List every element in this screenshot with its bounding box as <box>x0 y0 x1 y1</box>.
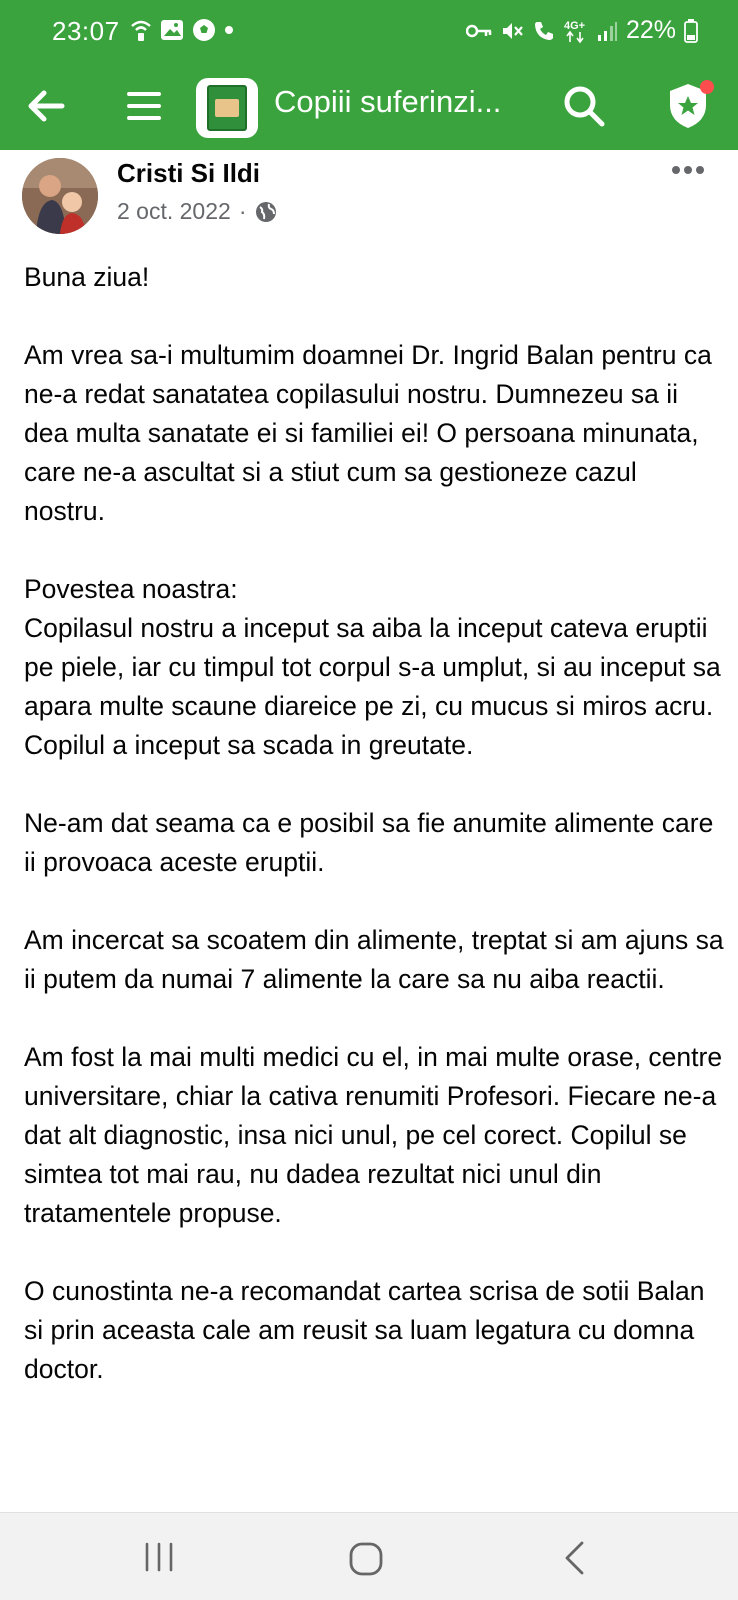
avatar-photo <box>22 158 98 234</box>
signal-icon <box>597 21 617 41</box>
globe-icon <box>256 201 277 222</box>
wifi-calling-icon <box>131 20 151 41</box>
gallery-icon <box>161 20 183 40</box>
status-bar: 23:07 4G+ 22% <box>0 0 738 66</box>
post-date[interactable]: 2 oct. 2022 <box>117 198 231 225</box>
post-paragraph: Ne-am dat seama ca e posibil sa fie anum… <box>24 808 714 877</box>
post-paragraph: O cunostinta ne-a recomandat cartea scri… <box>24 1276 705 1384</box>
post-paragraph: Am fost la mai multi medici cu el, in ma… <box>24 1042 723 1228</box>
system-nav-bar <box>0 1512 738 1600</box>
post-body: Buna ziua! Am vrea sa-i multumim doamnei… <box>24 258 724 1389</box>
more-options-icon[interactable] <box>670 164 706 176</box>
soccer-ball-icon <box>193 19 215 41</box>
post-header: Cristi Si Ildi 2 oct. 2022 · <box>0 150 738 240</box>
network-4g-icon: 4G+ <box>564 20 585 43</box>
post-paragraph: Am vrea sa-i multumim doamnei Dr. Ingrid… <box>24 340 712 526</box>
battery-percent: 22% <box>625 16 676 44</box>
call-icon <box>534 21 553 40</box>
post-meta: 2 oct. 2022 · <box>117 198 278 225</box>
svg-text:4G+: 4G+ <box>564 20 585 32</box>
status-right: 4G+ 22% <box>465 16 698 45</box>
home-icon[interactable] <box>348 1541 384 1577</box>
back-arrow-icon[interactable] <box>22 82 70 130</box>
post-paragraph: Povestea noastra: Copilasul nostru a inc… <box>24 574 721 760</box>
battery-icon <box>684 18 698 43</box>
group-title[interactable]: Copiii suferinzi... <box>274 84 524 120</box>
search-icon[interactable] <box>560 82 608 130</box>
book-cover-icon <box>207 85 247 131</box>
meta-separator: · <box>238 198 247 224</box>
avatar[interactable] <box>22 158 98 234</box>
post-paragraph: Am incercat sa scoatem din alimente, tre… <box>24 925 724 994</box>
group-thumbnail[interactable] <box>196 78 258 138</box>
recents-icon[interactable] <box>142 1541 176 1573</box>
admin-shield-button[interactable] <box>660 78 716 134</box>
dot-icon <box>225 26 233 34</box>
mute-icon <box>502 22 523 39</box>
notification-dot <box>700 80 714 94</box>
post-author[interactable]: Cristi Si Ildi <box>117 158 260 189</box>
status-left-icons <box>130 18 234 42</box>
status-time: 23:07 <box>52 16 120 46</box>
hamburger-menu-icon[interactable] <box>124 84 164 128</box>
post-paragraph: Buna ziua! <box>24 262 150 292</box>
vpn-key-icon <box>465 24 492 37</box>
app-bar: Copiii suferinzi... <box>0 66 738 150</box>
back-nav-icon[interactable] <box>560 1539 588 1577</box>
